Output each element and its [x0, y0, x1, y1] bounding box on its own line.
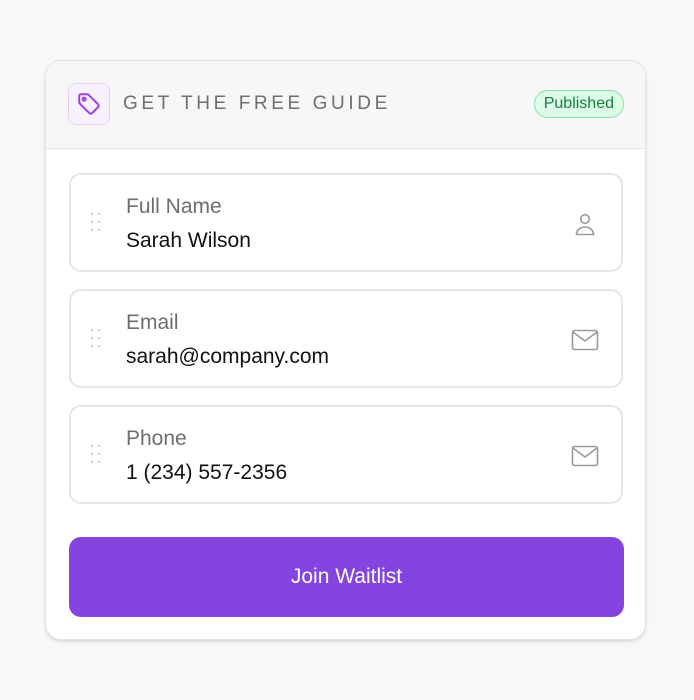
full-name-value[interactable]: Sarah Wilson [126, 228, 251, 254]
full-name-field[interactable]: Full Name Sarah Wilson [69, 173, 623, 272]
mail-icon [571, 442, 599, 470]
phone-field[interactable]: Phone 1 (234) 557-2356 [69, 405, 623, 504]
form-title: GET THE FREE GUIDE [123, 93, 391, 114]
join-waitlist-button[interactable]: Join Waitlist [69, 537, 624, 617]
page: GET THE FREE GUIDE Published Full Name S… [0, 0, 694, 700]
phone-value[interactable]: 1 (234) 557-2356 [126, 460, 287, 486]
user-icon [571, 210, 599, 238]
email-value[interactable]: sarah@company.com [126, 344, 329, 370]
tag-icon [78, 93, 100, 115]
drag-handle-icon[interactable] [90, 328, 102, 350]
drag-handle-icon[interactable] [90, 444, 102, 466]
mail-icon [571, 326, 599, 354]
phone-label: Phone [126, 427, 187, 450]
email-field[interactable]: Email sarah@company.com [69, 289, 623, 388]
drag-handle-icon[interactable] [90, 212, 102, 234]
status-badge: Published [533, 90, 624, 118]
card-header: GET THE FREE GUIDE Published [46, 61, 645, 149]
email-label: Email [126, 311, 179, 334]
tag-icon-container [68, 83, 110, 125]
form-card: GET THE FREE GUIDE Published Full Name S… [45, 60, 646, 640]
full-name-label: Full Name [126, 195, 222, 218]
